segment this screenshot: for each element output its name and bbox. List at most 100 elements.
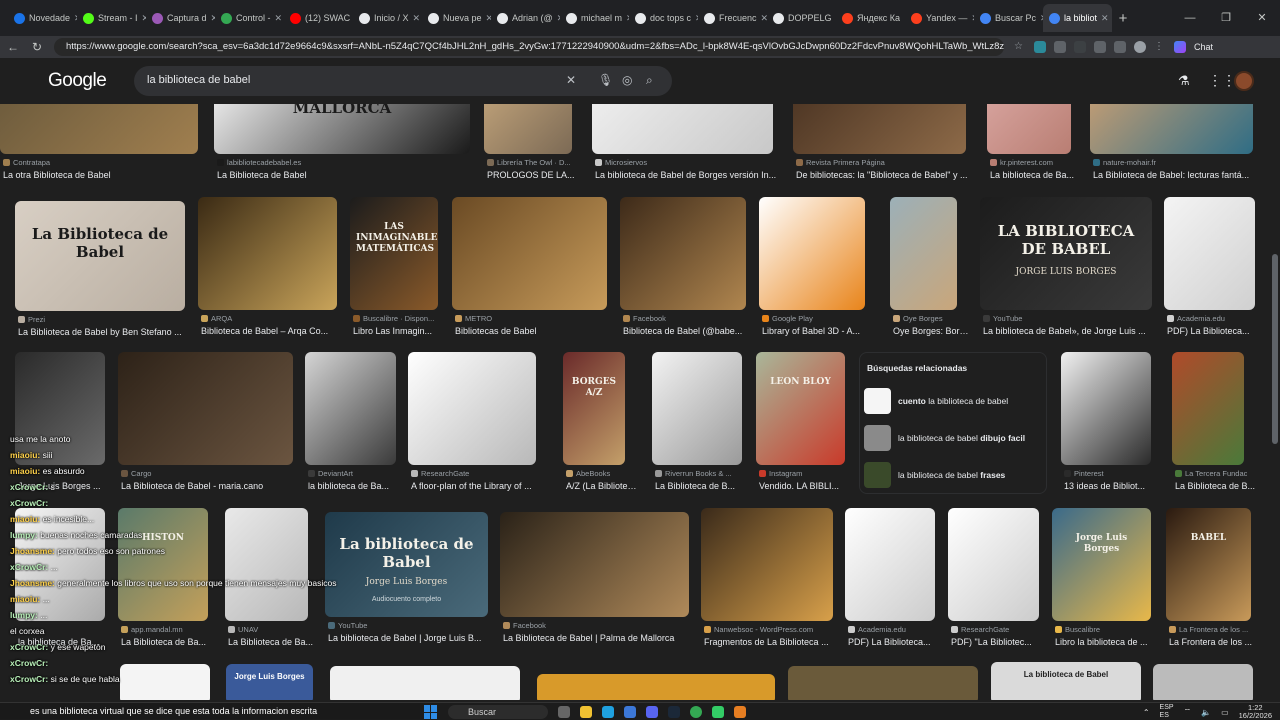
- result-thumbnail[interactable]: [198, 197, 337, 310]
- result-title[interactable]: La biblioteca de Babel | Jorge Luis B...: [328, 633, 501, 643]
- result-thumbnail[interactable]: [225, 508, 308, 621]
- browser-tab[interactable]: Buscar Pc✕: [974, 4, 1043, 32]
- page-scrollbar[interactable]: [1272, 104, 1278, 700]
- result-thumbnail[interactable]: [788, 666, 978, 700]
- result-title[interactable]: Oye Borges: Borge...: [893, 326, 970, 336]
- result-title[interactable]: La Biblioteca de B...: [655, 481, 755, 491]
- tray-chevron-icon[interactable]: ⌃: [1143, 708, 1150, 717]
- result-source[interactable]: labibliotecadebabel.es: [217, 158, 473, 167]
- result-title[interactable]: Libro Las Inmagin...: [353, 326, 451, 336]
- result-title[interactable]: La Biblioteca de Babel by Ben Stefano ..…: [18, 327, 198, 337]
- result-title[interactable]: Biblioteca de Babel (@babe...: [623, 326, 759, 336]
- result-source[interactable]: Pinterest: [1064, 469, 1154, 478]
- browser-tab[interactable]: (12) SWAC✕: [284, 4, 353, 32]
- search-input[interactable]: la biblioteca de babel: [147, 74, 250, 86]
- bookmark-star-icon[interactable]: ☆: [1014, 41, 1026, 53]
- result-title[interactable]: La Biblioteca de B...: [1175, 481, 1257, 491]
- labs-flask-icon[interactable]: ⚗: [1178, 73, 1190, 89]
- result-source[interactable]: METRO: [455, 314, 610, 323]
- result-source[interactable]: Facebook: [503, 621, 692, 630]
- result-thumbnail[interactable]: [15, 352, 105, 465]
- browser-tab[interactable]: DOPPELG✕: [767, 4, 836, 32]
- result-source[interactable]: nature-mohair.fr: [1093, 158, 1256, 167]
- profile-avatar[interactable]: [1134, 41, 1146, 53]
- result-source[interactable]: Prezi: [18, 315, 188, 324]
- result-title[interactable]: La Biblioteca de Babel - maria.cano: [121, 481, 306, 491]
- extension-icon[interactable]: [1074, 41, 1086, 53]
- result-title[interactable]: Biblioteca de Babel – Arqa Co...: [201, 326, 350, 336]
- reload-icon[interactable]: ↻: [30, 40, 44, 54]
- result-title[interactable]: La Biblioteca de Ba...: [121, 637, 221, 647]
- result-thumbnail[interactable]: MALLORCA: [214, 104, 470, 154]
- lens-icon[interactable]: ◎: [622, 73, 632, 87]
- task-view-icon[interactable]: [558, 706, 570, 718]
- result-source[interactable]: Microsiervos: [595, 158, 776, 167]
- result-thumbnail[interactable]: LAS INIMAGINABLES MATEMÁTICAS: [350, 197, 438, 310]
- google-logo[interactable]: Google: [48, 70, 107, 92]
- result-thumbnail[interactable]: HISTON: [118, 508, 208, 621]
- result-thumbnail[interactable]: [1153, 664, 1253, 700]
- search-box[interactable]: la biblioteca de babel ✕ 🎙 ◎ ⌕: [134, 66, 672, 96]
- result-thumbnail[interactable]: [652, 352, 742, 465]
- wifi-icon[interactable]: ⌔: [1184, 707, 1192, 717]
- result-thumbnail[interactable]: [620, 197, 746, 310]
- browser-tab[interactable]: Novedade✕: [8, 4, 77, 32]
- result-source[interactable]: Nanwebsoc - WordPress.com: [704, 625, 836, 634]
- result-thumbnail[interactable]: [500, 512, 689, 617]
- related-search-item[interactable]: la biblioteca de babel frases: [864, 461, 1044, 489]
- result-title[interactable]: La Biblioteca de Ba...: [228, 637, 321, 647]
- result-thumbnail[interactable]: [701, 508, 833, 621]
- result-source[interactable]: Google Play: [762, 314, 868, 323]
- result-thumbnail[interactable]: [592, 104, 773, 154]
- steam-icon[interactable]: [668, 706, 680, 718]
- result-title[interactable]: A floor-plan of the Library of ...: [411, 481, 549, 491]
- file-explorer-icon[interactable]: [580, 706, 592, 718]
- chat-button[interactable]: Chat: [1194, 42, 1213, 52]
- result-thumbnail[interactable]: [793, 104, 966, 154]
- extension-icon[interactable]: [1094, 41, 1106, 53]
- back-icon[interactable]: ←: [6, 40, 20, 54]
- result-source[interactable]: AbeBooks: [566, 469, 628, 478]
- result-thumbnail[interactable]: [948, 508, 1039, 621]
- result-title[interactable]: La biblioteca de Ba...: [990, 170, 1084, 180]
- taskbar-search[interactable]: Buscar: [448, 705, 548, 719]
- result-source[interactable]: kr.pinterest.com: [990, 158, 1074, 167]
- result-title[interactable]: la biblioteca de Ba...: [18, 637, 118, 647]
- browser-tab[interactable]: la bibliot ✕: [1043, 4, 1112, 32]
- result-title[interactable]: la biblioteca de Ba...: [308, 481, 409, 491]
- result-thumbnail[interactable]: BORGES A/Z: [563, 352, 625, 465]
- result-thumbnail[interactable]: [890, 197, 957, 310]
- result-title[interactable]: A/Z (La Biblioteca ...: [566, 481, 638, 491]
- result-thumbnail[interactable]: BABEL: [1166, 508, 1251, 621]
- result-source[interactable]: Buscalibre: [1055, 625, 1154, 634]
- result-source[interactable]: Instagram: [759, 469, 848, 478]
- result-thumbnail[interactable]: [484, 104, 572, 154]
- result-thumbnail[interactable]: [1090, 104, 1253, 154]
- result-source[interactable]: La Frontera de los ...: [1169, 625, 1254, 634]
- result-source[interactable]: YouTube: [983, 314, 1155, 323]
- new-tab-button[interactable]: +: [1112, 10, 1134, 27]
- result-thumbnail[interactable]: La biblioteca de Babel: [991, 662, 1141, 700]
- result-thumbnail[interactable]: La biblioteca de Babel Jorge Luis Borges A…: [325, 512, 488, 617]
- language-indicator[interactable]: ESP ES: [1160, 704, 1174, 720]
- result-thumbnail[interactable]: [408, 352, 536, 465]
- result-title[interactable]: La Frontera de los ...: [1169, 637, 1264, 647]
- result-source[interactable]: Cargo: [121, 469, 296, 478]
- result-title[interactable]: 13 ideas de Bibliot...: [1064, 481, 1164, 491]
- related-search-item[interactable]: la biblioteca de babel dibujo facil: [864, 424, 1044, 452]
- browser-tab[interactable]: michael m✕: [560, 4, 629, 32]
- clock[interactable]: 1:22 16/2/2026: [1239, 704, 1272, 720]
- result-title[interactable]: La biblioteca de Babel de Borges versión…: [595, 170, 786, 180]
- result-source[interactable]: ResearchGate: [951, 625, 1042, 634]
- scrollbar-thumb[interactable]: [1272, 254, 1278, 444]
- result-thumbnail[interactable]: La Biblioteca de Babel: [15, 201, 185, 311]
- browser-tab[interactable]: Control - ✕: [215, 4, 284, 32]
- result-thumbnail[interactable]: [987, 104, 1071, 154]
- result-source[interactable]: Revista Primera Página: [796, 158, 969, 167]
- browser-tab[interactable]: Frecuenc ✕: [698, 4, 767, 32]
- result-source[interactable]: Buscalibre · Dispon...: [353, 314, 441, 323]
- result-source[interactable]: La Tercera Fundación: [1175, 469, 1247, 478]
- result-thumbnail[interactable]: [1172, 352, 1244, 465]
- app-icon[interactable]: [734, 706, 746, 718]
- windows-start-icon[interactable]: [424, 705, 438, 719]
